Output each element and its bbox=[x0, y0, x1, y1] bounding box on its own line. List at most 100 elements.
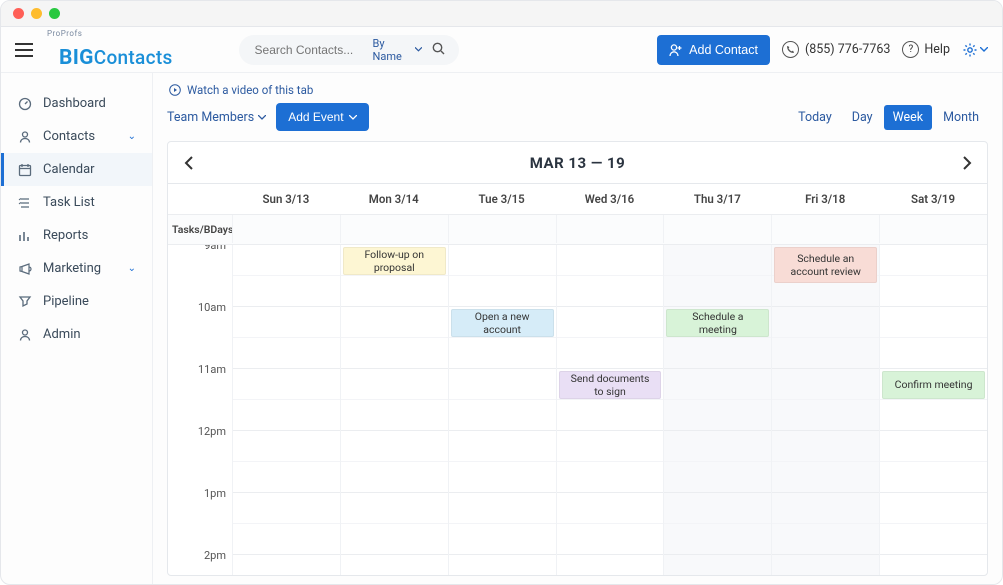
hour-label: 2pm bbox=[168, 549, 232, 575]
tasks-cell[interactable] bbox=[771, 215, 879, 243]
chevron-left-icon bbox=[184, 156, 193, 170]
day-column[interactable]: Schedule an account review bbox=[771, 245, 879, 575]
tasks-cell[interactable] bbox=[232, 215, 340, 243]
close-dot[interactable] bbox=[13, 8, 24, 19]
minimize-dot[interactable] bbox=[31, 8, 42, 19]
day-column[interactable]: Send documents to sign bbox=[556, 245, 664, 575]
sidebar-item-label: Contacts bbox=[43, 129, 95, 144]
menu-icon[interactable] bbox=[15, 43, 33, 57]
chevron-right-icon bbox=[963, 156, 972, 170]
search-scope-dropdown[interactable]: By Name bbox=[373, 37, 422, 63]
tasks-cell[interactable] bbox=[448, 215, 556, 243]
day-header: Fri 3/18 bbox=[771, 184, 879, 214]
team-members-dropdown[interactable]: Team Members bbox=[167, 110, 266, 125]
day-header: Mon 3/14 bbox=[340, 184, 448, 214]
hour-label: 10am bbox=[168, 301, 232, 363]
tasks-cell[interactable] bbox=[340, 215, 448, 243]
chevron-down-icon bbox=[980, 47, 988, 52]
day-header: Wed 3/16 bbox=[556, 184, 664, 214]
day-column[interactable]: Open a new account bbox=[448, 245, 556, 575]
hour-label: 12pm bbox=[168, 425, 232, 487]
calendar-event[interactable]: Send documents to sign bbox=[559, 371, 662, 399]
hour-label: 11am bbox=[168, 363, 232, 425]
view-week[interactable]: Week bbox=[884, 105, 933, 130]
day-column[interactable] bbox=[232, 245, 340, 575]
sidebar-item-pipeline[interactable]: Pipeline bbox=[1, 285, 152, 318]
chevron-down-icon bbox=[415, 47, 422, 52]
sidebar-item-label: Marketing bbox=[43, 261, 101, 276]
calendar-icon bbox=[17, 163, 33, 177]
tasks-cell[interactable] bbox=[663, 215, 771, 243]
help-link[interactable]: ? Help bbox=[902, 41, 950, 58]
calendar-event[interactable]: Schedule a meeting bbox=[666, 309, 769, 337]
tasks-cell[interactable] bbox=[556, 215, 664, 243]
search-icon[interactable] bbox=[432, 40, 445, 59]
calendar-event[interactable]: Schedule an account review bbox=[774, 247, 877, 283]
tasklist-icon bbox=[17, 196, 33, 210]
gear-icon bbox=[962, 42, 978, 58]
phone-number: (855) 776-7763 bbox=[805, 42, 890, 57]
chevron-down-icon bbox=[349, 115, 357, 120]
marketing-icon bbox=[17, 262, 33, 276]
calendar-event[interactable]: Confirm meeting bbox=[882, 371, 985, 399]
day-header: Thu 3/17 bbox=[663, 184, 771, 214]
sidebar-item-calendar[interactable]: Calendar bbox=[1, 153, 152, 186]
date-range-label: MAR 13 — 19 bbox=[530, 154, 626, 172]
day-header: Sun 3/13 bbox=[232, 184, 340, 214]
add-user-icon bbox=[669, 43, 683, 57]
reports-icon bbox=[17, 229, 33, 243]
calendar-event[interactable]: Follow-up on proposal bbox=[343, 247, 446, 275]
search-box[interactable]: By Name bbox=[239, 35, 459, 65]
help-icon: ? bbox=[902, 41, 919, 58]
calendar: MAR 13 — 19 Sun 3/13Mon 3/14Tue 3/15Wed … bbox=[167, 141, 988, 576]
view-selector: Today Day Week Month bbox=[789, 105, 988, 130]
support-phone[interactable]: (855) 776-7763 bbox=[782, 41, 890, 58]
sidebar-item-label: Reports bbox=[43, 228, 88, 243]
tasks-row-label: Tasks/BDays bbox=[168, 215, 232, 244]
dashboard-icon bbox=[17, 97, 33, 111]
day-header: Sat 3/19 bbox=[879, 184, 987, 214]
next-week-button[interactable] bbox=[947, 142, 987, 183]
window-chrome bbox=[1, 1, 1002, 27]
brand-subtitle: ProProfs bbox=[47, 30, 187, 38]
sidebar-item-label: Task List bbox=[43, 195, 95, 210]
maximize-dot[interactable] bbox=[49, 8, 60, 19]
day-column[interactable]: Follow-up on proposal bbox=[340, 245, 448, 575]
sidebar-item-marketing[interactable]: Marketing ⌄ bbox=[1, 252, 152, 285]
calendar-event[interactable]: Open a new account bbox=[451, 309, 554, 337]
sidebar-item-label: Admin bbox=[43, 327, 81, 342]
sidebar-item-admin[interactable]: Admin bbox=[1, 318, 152, 351]
play-icon bbox=[169, 84, 181, 96]
chevron-down-icon: ⌄ bbox=[128, 263, 136, 274]
add-contact-button[interactable]: Add Contact bbox=[657, 35, 770, 65]
search-input[interactable] bbox=[253, 42, 373, 58]
chevron-down-icon bbox=[258, 115, 266, 120]
admin-icon bbox=[17, 328, 33, 342]
hour-label: 1pm bbox=[168, 487, 232, 549]
video-hint-link[interactable]: Watch a video of this tab bbox=[169, 83, 988, 97]
add-event-button[interactable]: Add Event bbox=[276, 103, 368, 131]
contacts-icon bbox=[17, 130, 33, 144]
view-day[interactable]: Day bbox=[843, 105, 882, 130]
day-column[interactable]: Confirm meeting bbox=[879, 245, 987, 575]
chevron-down-icon: ⌄ bbox=[128, 131, 136, 142]
day-column[interactable]: Schedule a meeting bbox=[663, 245, 771, 575]
day-header: Tue 3/15 bbox=[448, 184, 556, 214]
hour-label: 9am bbox=[168, 245, 232, 301]
sidebar-nav: Dashboard Contacts ⌄ Calendar Task List Repor… bbox=[1, 73, 153, 584]
sidebar-item-label: Dashboard bbox=[43, 96, 106, 111]
phone-icon bbox=[782, 41, 799, 58]
settings-dropdown[interactable] bbox=[962, 42, 988, 58]
sidebar-item-contacts[interactable]: Contacts ⌄ bbox=[1, 120, 152, 153]
view-month[interactable]: Month bbox=[934, 105, 988, 130]
prev-week-button[interactable] bbox=[168, 142, 208, 183]
sidebar-item-label: Calendar bbox=[43, 162, 95, 177]
sidebar-item-tasklist[interactable]: Task List bbox=[1, 186, 152, 219]
brand-logo[interactable]: ProProfs BIGContacts bbox=[45, 30, 187, 69]
sidebar-item-dashboard[interactable]: Dashboard bbox=[1, 87, 152, 120]
view-today[interactable]: Today bbox=[789, 105, 841, 130]
sidebar-item-label: Pipeline bbox=[43, 294, 89, 309]
tasks-cell[interactable] bbox=[879, 215, 987, 243]
pipeline-icon bbox=[17, 295, 33, 309]
sidebar-item-reports[interactable]: Reports bbox=[1, 219, 152, 252]
